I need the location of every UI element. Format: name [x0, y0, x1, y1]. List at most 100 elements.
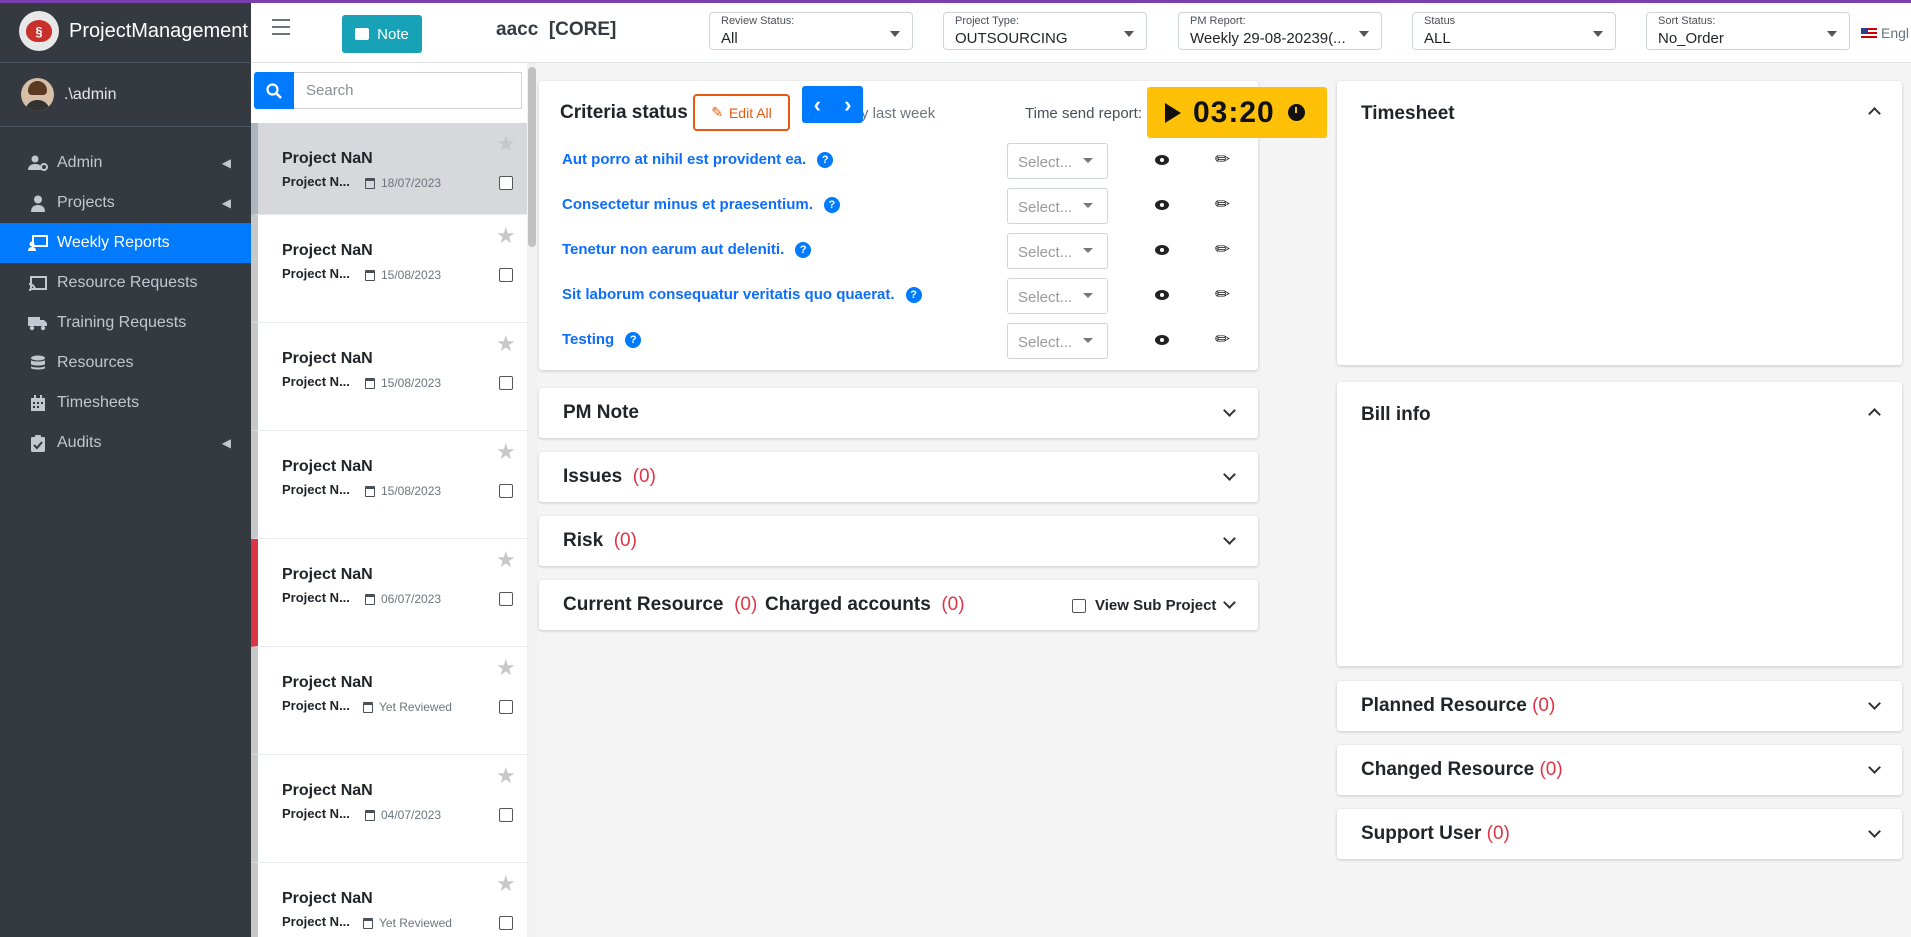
star-icon[interactable]: ★: [496, 547, 516, 573]
project-date-text: 06/07/2023: [381, 592, 442, 606]
sidebar-item-resource-requests[interactable]: Resource Requests: [0, 263, 251, 303]
list-item[interactable]: Project NaN Project N... 04/07/2023 ★: [251, 755, 527, 863]
changed-resource-count: (0): [1539, 759, 1563, 780]
criteria-label-text: Consectetur minus et praesentium.: [562, 196, 813, 213]
support-user-title: Support User (0): [1361, 823, 1510, 845]
project-list-panel: Project NaN Project N... 18/07/2023 ★ Pr…: [251, 63, 527, 937]
list-scrollbar[interactable]: [527, 63, 537, 937]
sidebar-nav: Admin ◀ Projects ◀ Weekly Reports Resour…: [0, 127, 251, 463]
list-item[interactable]: Project NaN Project N... 15/08/2023 ★: [251, 431, 527, 539]
criteria-label[interactable]: Sit laborum consequatur veritatis quo qu…: [562, 286, 922, 303]
project-type-select[interactable]: Project Type: OUTSOURCING: [943, 12, 1147, 50]
sidebar-item-weekly-reports[interactable]: Weekly Reports: [0, 223, 251, 263]
eye-icon[interactable]: [1155, 155, 1169, 165]
list-item-checkbox[interactable]: [499, 376, 513, 390]
star-icon[interactable]: ★: [496, 439, 516, 465]
bill-info-title: Bill info: [1361, 404, 1431, 425]
list-item-checkbox[interactable]: [499, 592, 513, 606]
list-item-checkbox[interactable]: [499, 700, 513, 714]
view-sub-project-toggle[interactable]: View Sub Project: [1072, 597, 1216, 614]
sort-status-select[interactable]: Sort Status: No_Order: [1646, 12, 1850, 50]
list-item-checkbox[interactable]: [499, 268, 513, 282]
list-item-checkbox[interactable]: [499, 176, 513, 190]
question-circle-icon[interactable]: ?: [795, 241, 812, 258]
criteria-label[interactable]: Consectetur minus et praesentium.?: [562, 196, 840, 213]
review-status-select[interactable]: Review Status: All: [709, 12, 913, 50]
next-week-button[interactable]: ›: [844, 92, 851, 118]
copy-last-week-link[interactable]: y last week: [861, 105, 935, 122]
support-user-section[interactable]: Support User (0): [1337, 809, 1902, 859]
project-date: 15/08/2023: [365, 268, 441, 282]
eye-icon[interactable]: [1155, 245, 1169, 255]
criteria-status-select[interactable]: Select...: [1007, 188, 1108, 224]
star-icon[interactable]: ★: [496, 871, 516, 897]
star-icon[interactable]: ★: [496, 223, 516, 249]
planned-resource-section[interactable]: Planned Resource (0): [1337, 681, 1902, 731]
language-label: Engl: [1881, 25, 1910, 41]
question-circle-icon[interactable]: ?: [625, 331, 642, 348]
criteria-status-select[interactable]: Select...: [1007, 233, 1108, 269]
list-item[interactable]: Project NaN Project N... Yet Reviewed ★: [251, 647, 527, 755]
changed-resource-title: Changed Resource (0): [1361, 759, 1563, 781]
pencil-icon[interactable]: ✏: [1215, 239, 1235, 261]
view-sub-project-checkbox[interactable]: [1072, 598, 1086, 613]
list-item[interactable]: Project NaN Project N... 06/07/2023 ★: [251, 539, 527, 647]
list-item-checkbox[interactable]: [499, 808, 513, 822]
calendar-check-icon: [365, 809, 375, 821]
resource-section[interactable]: Current Resource (0) Charged accounts (0…: [539, 580, 1258, 630]
question-circle-icon[interactable]: ?: [823, 196, 840, 213]
list-item-checkbox[interactable]: [499, 484, 513, 498]
eye-icon[interactable]: [1155, 200, 1169, 210]
star-icon[interactable]: ★: [496, 763, 516, 789]
pm-report-select[interactable]: PM Report: Weekly 29-08-20239(...: [1178, 12, 1382, 50]
chevron-up-icon[interactable]: [1868, 408, 1881, 421]
edit-all-button[interactable]: ✎ Edit All: [693, 94, 790, 131]
sidebar-item-admin[interactable]: Admin ◀: [0, 143, 251, 183]
changed-resource-section[interactable]: Changed Resource (0): [1337, 745, 1902, 795]
pencil-icon[interactable]: ✏: [1215, 329, 1235, 351]
countdown-timer[interactable]: 03:20: [1147, 87, 1327, 138]
issues-section[interactable]: Issues (0): [539, 452, 1258, 502]
star-icon[interactable]: ★: [496, 331, 516, 357]
criteria-label[interactable]: Testing?: [562, 331, 642, 348]
pencil-icon[interactable]: ✏: [1215, 284, 1235, 306]
prev-week-button[interactable]: ‹: [814, 92, 821, 118]
list-item[interactable]: Project NaN Project N... Yet Reviewed ★: [251, 863, 527, 937]
question-circle-icon[interactable]: ?: [905, 286, 922, 303]
pencil-icon[interactable]: ✏: [1215, 149, 1235, 171]
criteria-status-select[interactable]: Select...: [1007, 143, 1108, 179]
scrollbar-thumb[interactable]: [528, 67, 536, 247]
brand[interactable]: § ProjectManagement: [0, 0, 251, 63]
sidebar-item-audits[interactable]: Audits ◀: [0, 423, 251, 463]
star-icon[interactable]: ★: [496, 655, 516, 681]
eye-icon[interactable]: [1155, 335, 1169, 345]
question-circle-icon[interactable]: ?: [817, 151, 834, 168]
sidebar-item-training-requests[interactable]: Training Requests: [0, 303, 251, 343]
star-icon[interactable]: ★: [496, 131, 516, 157]
menu-toggle-icon[interactable]: [272, 19, 290, 35]
chevron-up-icon[interactable]: [1868, 107, 1881, 120]
sidebar-item-timesheets[interactable]: Timesheets: [0, 383, 251, 423]
list-item[interactable]: Project NaN Project N... 15/08/2023 ★: [251, 215, 527, 323]
list-item[interactable]: Project NaN Project N... 18/07/2023 ★: [251, 123, 527, 215]
criteria-label[interactable]: Tenetur non earum aut deleniti.?: [562, 241, 812, 258]
pencil-icon[interactable]: ✏: [1215, 194, 1235, 216]
user-tie-icon: [28, 194, 48, 212]
criteria-label[interactable]: Aut porro at nihil est provident ea.?: [562, 151, 834, 168]
search-button[interactable]: [254, 72, 294, 109]
user-panel[interactable]: .\admin: [0, 63, 251, 127]
criteria-status-select[interactable]: Select...: [1007, 278, 1108, 314]
sidebar-item-resources[interactable]: Resources: [0, 343, 251, 383]
risk-section[interactable]: Risk (0): [539, 516, 1258, 566]
criteria-status-select[interactable]: Select...: [1007, 323, 1108, 359]
sidebar-item-projects[interactable]: Projects ◀: [0, 183, 251, 223]
status-select[interactable]: Status ALL: [1412, 12, 1616, 50]
list-item[interactable]: Project NaN Project N... 15/08/2023 ★: [251, 323, 527, 431]
chevron-down-icon: [1868, 825, 1881, 838]
search-input[interactable]: [294, 72, 522, 109]
language-selector[interactable]: Engl: [1861, 25, 1909, 41]
pm-note-section[interactable]: PM Note: [539, 388, 1258, 438]
list-item-checkbox[interactable]: [499, 916, 513, 930]
note-button[interactable]: Note: [342, 15, 422, 53]
eye-icon[interactable]: [1155, 290, 1169, 300]
